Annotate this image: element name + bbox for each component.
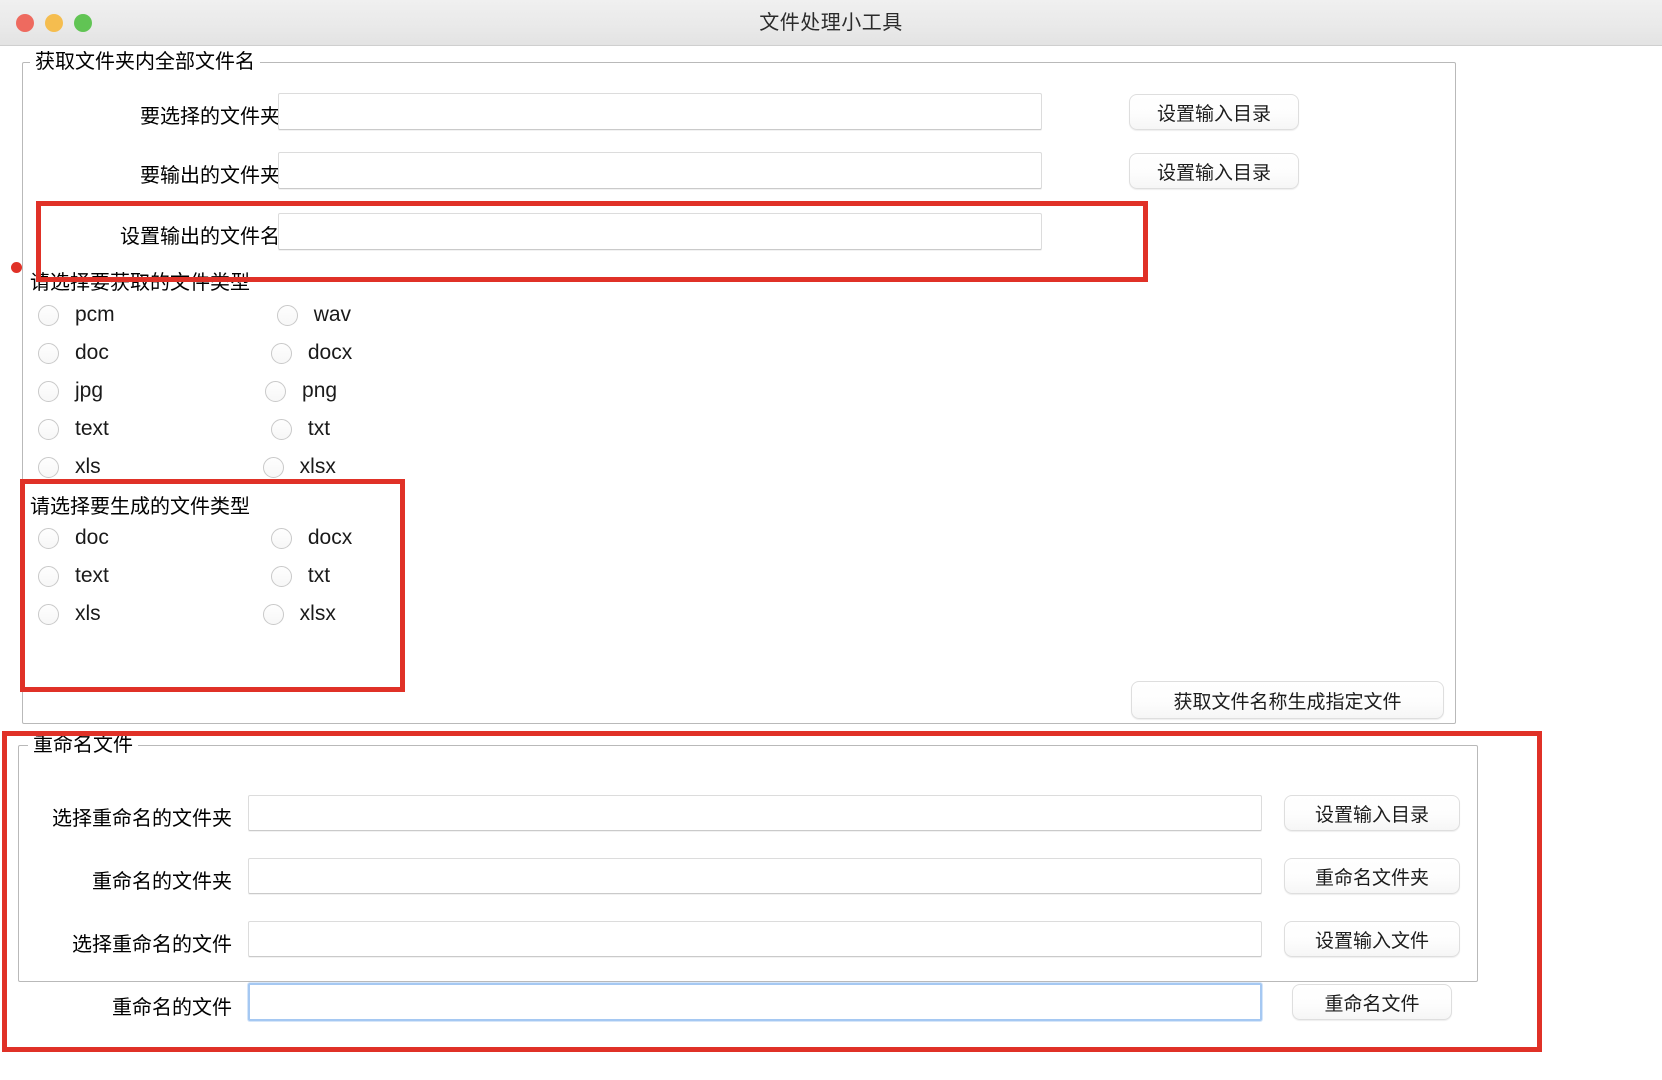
radio-circle-icon [38, 456, 59, 478]
radio-target-xlsx[interactable]: xlsx [262, 602, 336, 626]
radio-label: text [75, 564, 109, 587]
output-folder-label: 要输出的文件夹 [140, 165, 280, 187]
radio-target-txt[interactable]: txt [270, 564, 331, 588]
source-folder-label: 要选择的文件夹 [140, 106, 280, 128]
radio-target-xls[interactable]: xls [38, 602, 101, 626]
radio-source-txt[interactable]: txt [270, 417, 331, 441]
radio-label: docx [307, 526, 353, 549]
radio-label: jpg [75, 379, 104, 402]
radio-circle-icon [38, 565, 59, 587]
radio-circle-icon [270, 565, 292, 587]
target-filetype-row-1: text txt [38, 564, 330, 588]
radio-source-xlsx[interactable]: xlsx [262, 455, 336, 479]
rename-set-input-dir-button[interactable]: 设置输入目录 [1284, 795, 1460, 831]
radio-label: png [302, 379, 338, 402]
radio-label: xls [75, 602, 101, 625]
app-window: 文件处理小工具 获取文件夹内全部文件名 要选择的文件夹 设置输入目录 要输出的文… [0, 0, 1662, 1080]
radio-circle-icon [38, 380, 59, 402]
radio-source-png[interactable]: png [265, 379, 337, 403]
radio-circle-icon [270, 527, 292, 549]
output-filename-label: 设置输出的文件名 [120, 226, 280, 248]
rename-target-file-input[interactable] [248, 983, 1262, 1021]
radio-circle-icon [38, 304, 59, 326]
rename-group-legend: 重命名文件 [28, 735, 138, 755]
source-filetype-row-3: text txt [38, 417, 330, 441]
radio-label: txt [307, 564, 331, 587]
rename-target-folder-input[interactable] [248, 858, 1262, 894]
rename-folder-button[interactable]: 重命名文件夹 [1284, 858, 1460, 894]
rename-file-button[interactable]: 重命名文件 [1292, 984, 1452, 1020]
rename-source-folder-input[interactable] [248, 795, 1262, 831]
radio-circle-icon [262, 603, 284, 625]
output-filename-input[interactable] [278, 213, 1042, 250]
target-filetype-title: 请选择要生成的文件类型 [30, 496, 250, 518]
extract-group-legend: 获取文件夹内全部文件名 [30, 52, 260, 72]
radio-source-pcm[interactable]: pcm [38, 303, 115, 327]
radio-label: xlsx [299, 455, 336, 478]
radio-source-jpg[interactable]: jpg [38, 379, 103, 403]
radio-source-xls[interactable]: xls [38, 455, 101, 479]
radio-circle-icon [276, 304, 298, 326]
radio-label: doc [75, 526, 109, 549]
radio-circle-icon [38, 342, 59, 364]
set-source-folder-button[interactable]: 设置输入目录 [1129, 94, 1299, 130]
source-filetype-row-2: jpg png [38, 379, 337, 403]
radio-source-text[interactable]: text [38, 417, 109, 441]
rename-target-file-label: 重命名的文件 [112, 997, 232, 1019]
radio-label: txt [307, 417, 331, 440]
radio-label: wav [313, 303, 352, 326]
radio-label: xls [75, 455, 101, 478]
radio-circle-icon [262, 456, 284, 478]
radio-circle-icon [265, 380, 287, 402]
radio-label: xlsx [299, 602, 336, 625]
rename-set-input-file-button[interactable]: 设置输入文件 [1284, 921, 1460, 957]
radio-label: text [75, 417, 109, 440]
rename-source-file-input[interactable] [248, 921, 1262, 957]
rename-source-folder-label: 选择重命名的文件夹 [52, 808, 232, 830]
radio-circle-icon [270, 342, 292, 364]
set-output-folder-button[interactable]: 设置输入目录 [1129, 153, 1299, 189]
radio-source-docx[interactable]: docx [270, 341, 353, 365]
radio-source-doc[interactable]: doc [38, 341, 109, 365]
generate-file-button[interactable]: 获取文件名称生成指定文件 [1131, 681, 1444, 719]
source-filetype-title: 请选择要获取的文件类型 [30, 272, 250, 294]
radio-target-docx[interactable]: docx [270, 526, 353, 550]
radio-label: docx [307, 341, 353, 364]
radio-circle-icon [38, 418, 59, 440]
rename-source-file-label: 选择重命名的文件 [72, 934, 232, 956]
radio-circle-icon [38, 603, 59, 625]
window-title: 文件处理小工具 [759, 12, 903, 34]
title-bar: 文件处理小工具 [0, 0, 1662, 46]
radio-source-wav[interactable]: wav [276, 303, 352, 327]
radio-circle-icon [38, 527, 59, 549]
radio-label: pcm [75, 303, 115, 326]
source-filetype-row-1: doc docx [38, 341, 352, 365]
target-filetype-row-2: xls xlsx [38, 602, 336, 626]
annotation-output-filename-marker [11, 262, 22, 273]
radio-circle-icon [270, 418, 292, 440]
output-folder-input[interactable] [278, 152, 1042, 189]
radio-target-doc[interactable]: doc [38, 526, 109, 550]
radio-label: doc [75, 341, 109, 364]
source-folder-input[interactable] [278, 93, 1042, 130]
source-filetype-row-4: xls xlsx [38, 455, 336, 479]
source-filetype-row-0: pcm wav [38, 303, 351, 327]
rename-target-folder-label: 重命名的文件夹 [92, 871, 232, 893]
target-filetype-row-0: doc docx [38, 526, 352, 550]
radio-target-text[interactable]: text [38, 564, 109, 588]
